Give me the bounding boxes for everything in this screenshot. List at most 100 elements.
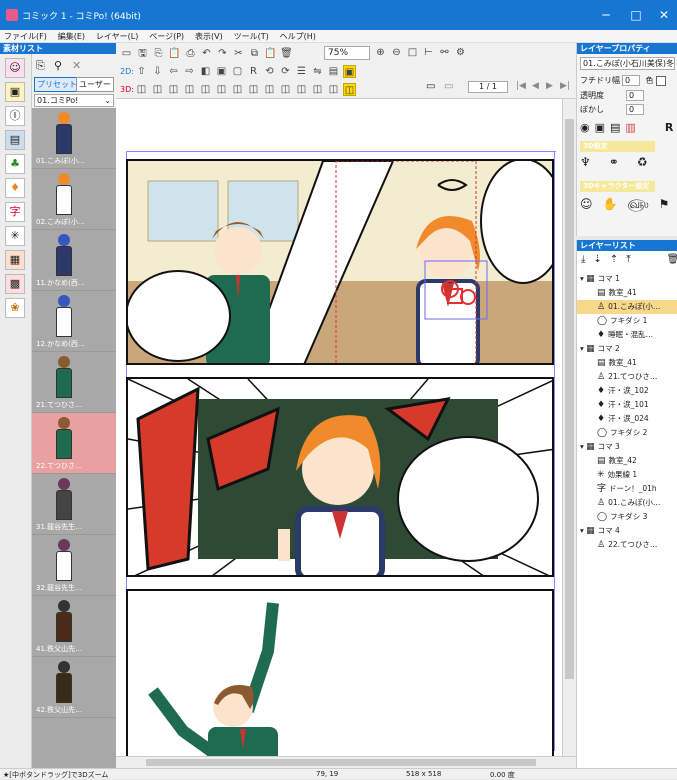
save-icon[interactable]: 🖫: [136, 47, 149, 60]
category-decor-icon[interactable]: ❀: [5, 298, 25, 318]
fit-width-icon[interactable]: ⊢: [422, 46, 435, 59]
move-up-icon[interactable]: ⇡: [610, 254, 618, 265]
material-thumbnail[interactable]: 02.こみぽ(小…: [32, 169, 116, 230]
material-thumbnail[interactable]: 32.龍谷先生…: [32, 535, 116, 596]
layer-item[interactable]: ♙ 22.てつひさ…: [577, 538, 677, 552]
3d-lock-icon[interactable]: ◫: [343, 82, 356, 96]
color-mode-icon[interactable]: ▥: [625, 121, 635, 134]
new-icon[interactable]: ▭: [120, 47, 133, 60]
3d-pose-icon[interactable]: ♻: [637, 155, 648, 169]
print-icon[interactable]: ⎙: [184, 47, 197, 60]
rotate-left-icon[interactable]: ⟲: [263, 65, 276, 78]
layer-item[interactable]: ♙ 21.てつひさ…: [577, 370, 677, 384]
move-top-icon[interactable]: ⤒: [626, 254, 630, 265]
3d-move-icon[interactable]: ◫: [199, 83, 212, 96]
menu-file[interactable]: ファイル(F): [0, 30, 51, 43]
maximize-button[interactable]: □: [626, 6, 646, 24]
3d-reset-icon[interactable]: ◫: [327, 83, 340, 96]
add-material-icon[interactable]: ⎘: [36, 59, 45, 73]
category-text-icon[interactable]: 字: [5, 202, 25, 222]
move-bottom-icon[interactable]: ⤓: [581, 254, 585, 265]
comic-canvas[interactable]: [116, 99, 576, 756]
last-page-icon[interactable]: ▶|: [560, 81, 570, 91]
layer-item[interactable]: ♦ 汗・涙_101: [577, 398, 677, 412]
zoom-select[interactable]: 75%: [320, 46, 374, 60]
material-thumbnail[interactable]: 42.秩父山先…: [32, 657, 116, 718]
material-thumbnail[interactable]: 31.龍谷先生…: [32, 474, 116, 535]
delete-icon[interactable]: 🗑: [280, 47, 293, 60]
3d-pose4-icon[interactable]: ◫: [279, 83, 292, 96]
vertical-scroll-thumb[interactable]: [565, 119, 574, 679]
layer-frame-item[interactable]: ▾ ▦ コマ 4: [577, 524, 677, 538]
material-thumbnail[interactable]: 41.秩父山先…: [32, 596, 116, 657]
3d-light-icon[interactable]: ♆: [580, 155, 591, 169]
comic-page[interactable]: [116, 99, 562, 756]
layer-item[interactable]: ◯ フキダシ 1: [577, 314, 677, 328]
right-icon[interactable]: ⇨: [183, 65, 196, 78]
category-drop-icon[interactable]: ♦: [5, 178, 25, 198]
3d-pose5-icon[interactable]: ◫: [295, 83, 308, 96]
flip-icon[interactable]: ⇋: [311, 65, 324, 78]
eye-icon[interactable]: ◉: [580, 121, 590, 134]
comic-panel-3[interactable]: [126, 589, 554, 756]
fringe-color-swatch[interactable]: [656, 75, 667, 86]
first-page-icon[interactable]: |◀: [516, 81, 526, 91]
layer-item[interactable]: ♙ 01.こみぽ(小…: [577, 300, 677, 314]
next-page-icon[interactable]: ▶: [546, 81, 553, 91]
3d-camera-icon[interactable]: ⚭: [609, 155, 619, 169]
front-icon[interactable]: ◧: [199, 65, 212, 78]
3d-scale-icon[interactable]: ◫: [215, 83, 228, 96]
material-thumbnail[interactable]: 01.こみぽ(小…: [32, 108, 116, 169]
layer-item[interactable]: ▤ 教室_41: [577, 356, 677, 370]
material-thumbnail[interactable]: 22.てつひさ…: [32, 413, 116, 474]
group-icon[interactable]: ▣: [215, 65, 228, 78]
user-tab[interactable]: ユーザー: [76, 77, 114, 92]
menu-edit[interactable]: 編集(E): [54, 30, 89, 43]
layer-item[interactable]: ♙ 01.こみぽ(小…: [577, 496, 677, 510]
category-bg2-icon[interactable]: ▦: [5, 250, 25, 270]
menu-page[interactable]: ページ(P): [145, 30, 188, 43]
layer-item[interactable]: ◯ フキダシ 3: [577, 510, 677, 524]
opacity-input[interactable]: 0: [626, 90, 644, 101]
layer-frame-item[interactable]: ▾ ▦ コマ 2: [577, 342, 677, 356]
layer-item[interactable]: ▤ 教室_41: [577, 286, 677, 300]
layer-item[interactable]: 字ドーン！_01h: [577, 482, 677, 496]
layer-item[interactable]: ♦ 睡眠・混乱…: [577, 328, 677, 342]
remove-material-icon[interactable]: ✕: [72, 59, 81, 72]
horizontal-scroll-thumb[interactable]: [146, 759, 536, 766]
layer-item[interactable]: ◯ フキダシ 2: [577, 426, 677, 440]
vertical-scrollbar[interactable]: [562, 99, 576, 756]
up-icon[interactable]: ⇧: [135, 65, 148, 78]
close-button[interactable]: ✕: [654, 6, 674, 24]
face-icon[interactable]: ☺: [580, 197, 593, 213]
category-character-icon[interactable]: ☺: [5, 58, 25, 78]
copy-icon[interactable]: ⧉: [248, 47, 261, 60]
3d-left-icon[interactable]: ◫: [167, 83, 180, 96]
ungroup-icon[interactable]: ▢: [231, 65, 244, 78]
zoom-in-icon[interactable]: ⊕: [374, 46, 387, 59]
reset-icon[interactable]: R: [247, 65, 260, 78]
preview-icon[interactable]: ⚯: [438, 46, 451, 59]
category-in-icon[interactable]: Ⓘ: [5, 106, 25, 126]
reset-icon[interactable]: R: [665, 121, 673, 134]
page-delete-icon[interactable]: ▭: [444, 81, 453, 92]
cut-icon[interactable]: ✂: [232, 47, 245, 60]
paste-icon[interactable]: 📋: [264, 47, 277, 60]
rotate-right-icon[interactable]: ⟳: [279, 65, 292, 78]
lock-icon[interactable]: ▤: [327, 65, 340, 78]
material-thumbnail[interactable]: 12.かなめ(西…: [32, 291, 116, 352]
menu-layer[interactable]: レイヤー(L): [92, 30, 142, 43]
hands-icon[interactable]: ௵: [627, 197, 648, 213]
search-material-icon[interactable]: ⚲: [54, 59, 62, 72]
3d-pose6-icon[interactable]: ◫: [311, 83, 324, 96]
material-dropdown[interactable]: 01.コミPo! ⌄: [34, 94, 114, 107]
align-icon[interactable]: ☰: [295, 65, 308, 78]
3d-pose1-icon[interactable]: ◫: [231, 83, 244, 96]
layer-item[interactable]: ♦ 汗・涙_102: [577, 384, 677, 398]
paste-icon[interactable]: 📋: [168, 47, 181, 60]
layer-item[interactable]: ✳ 効果線 1: [577, 468, 677, 482]
category-3d-icon[interactable]: ▣: [5, 82, 25, 102]
copy-page-icon[interactable]: ⎘: [152, 47, 165, 60]
trash-icon[interactable]: 🗑: [667, 254, 677, 265]
zoom-out-icon[interactable]: ⊖: [390, 46, 403, 59]
